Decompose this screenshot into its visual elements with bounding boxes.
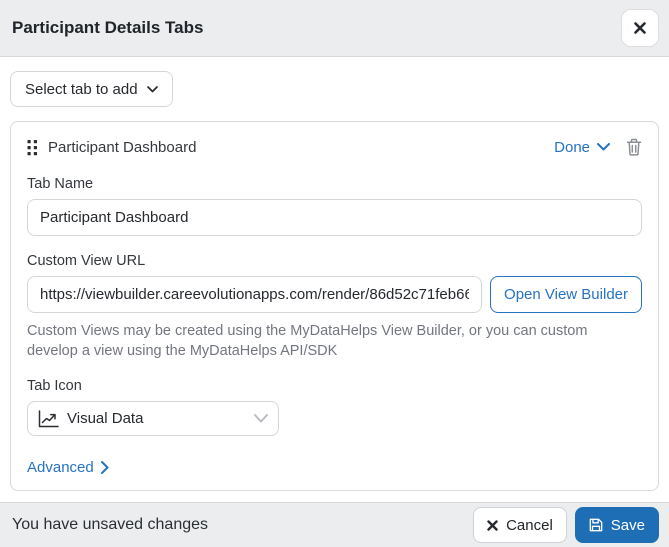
- cancel-button[interactable]: Cancel: [473, 507, 567, 543]
- x-mark-icon: [487, 519, 498, 531]
- open-view-builder-button[interactable]: Open View Builder: [490, 276, 642, 313]
- custom-view-url-row: Open View Builder: [27, 276, 642, 313]
- close-button[interactable]: [621, 9, 659, 47]
- custom-view-url-label: Custom View URL: [27, 253, 146, 269]
- delete-tab-button[interactable]: [626, 138, 642, 156]
- chevron-down-icon: [597, 143, 610, 151]
- custom-view-url-input[interactable]: [27, 276, 483, 313]
- tab-icon-select[interactable]: Visual Data: [27, 401, 279, 436]
- participant-details-tabs-modal: Participant Details Tabs Select tab to a…: [0, 0, 669, 547]
- tab-name-label: Tab Name: [27, 176, 94, 192]
- save-label: Save: [610, 516, 645, 534]
- tab-icon-label: Tab Icon: [27, 378, 82, 394]
- advanced-label: Advanced: [27, 459, 94, 476]
- tab-icon-selected-value: Visual Data: [67, 410, 144, 427]
- advanced-link[interactable]: Advanced: [27, 459, 109, 476]
- close-icon: [633, 21, 647, 35]
- tab-card: Participant Dashboard Done Tab Name Part…: [10, 121, 659, 491]
- modal-footer: You have unsaved changes Cancel Save: [0, 502, 669, 547]
- unsaved-changes-status: You have unsaved changes: [12, 516, 209, 533]
- modal-title: Participant Details Tabs: [12, 18, 204, 37]
- tab-card-header: Participant Dashboard Done: [27, 135, 642, 159]
- save-button[interactable]: Save: [574, 507, 659, 543]
- modal-header: Participant Details Tabs: [0, 0, 669, 57]
- drag-handle-icon[interactable]: [27, 139, 38, 156]
- trash-icon: [626, 138, 642, 156]
- select-tab-to-add-label: Select tab to add: [25, 80, 138, 98]
- chevron-down-icon: [146, 85, 158, 93]
- save-icon: [589, 518, 603, 532]
- cancel-label: Cancel: [506, 516, 553, 534]
- footer-actions: Cancel Save: [473, 507, 659, 543]
- done-label: Done: [554, 138, 590, 156]
- custom-view-help-text: Custom Views may be created using the My…: [27, 323, 588, 359]
- select-tab-to-add-dropdown[interactable]: Select tab to add: [10, 71, 173, 107]
- tab-name-input[interactable]: [27, 199, 642, 236]
- line-chart-icon: [38, 409, 59, 428]
- chevron-down-icon: [254, 414, 268, 423]
- chevron-right-icon: [100, 461, 109, 474]
- modal-body: Select tab to add Participant Dashboard: [0, 57, 669, 502]
- done-collapse-link[interactable]: Done: [554, 139, 610, 156]
- tab-card-title: Participant Dashboard: [48, 138, 197, 156]
